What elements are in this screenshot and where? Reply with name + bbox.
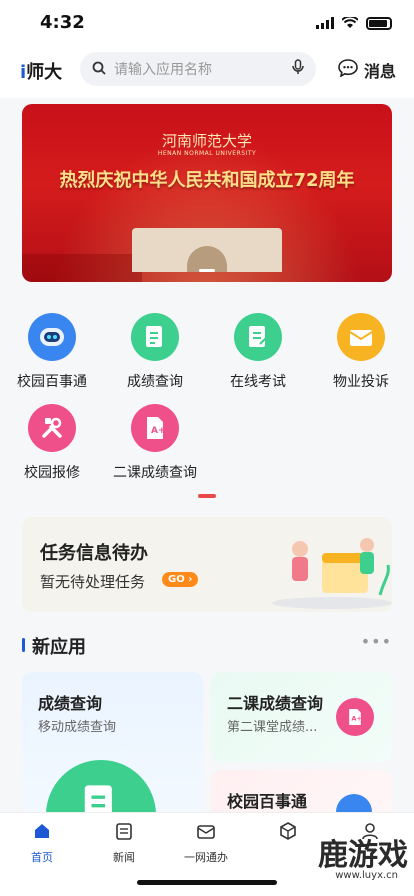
banner-flag-decoration <box>22 254 142 282</box>
report-icon <box>131 313 179 361</box>
go-label: GO <box>168 574 185 585</box>
app-label: 成绩查询 <box>127 374 183 390</box>
banner-headline: 热烈庆祝中华人民共和国成立72周年 <box>59 170 355 191</box>
app-campus-info[interactable]: 校园百事通 <box>2 313 102 391</box>
svg-text:A+: A+ <box>351 715 362 723</box>
tab-news[interactable]: 新闻 <box>84 821 164 865</box>
watermark-text: 鹿游戏 <box>318 838 408 873</box>
card-title: 二课成绩查询 <box>227 694 324 713</box>
grade-icon: A+ <box>336 698 374 736</box>
search-icon <box>92 60 106 79</box>
microphone-icon[interactable] <box>292 59 304 79</box>
robot-icon <box>28 313 76 361</box>
wifi-icon <box>341 14 359 33</box>
status-time: 4:32 <box>40 12 85 33</box>
cube-icon <box>280 822 296 840</box>
logo-text: 师大 <box>26 62 63 83</box>
banner-carousel[interactable]: 河南师范大学 HENAN NORMAL UNIVERSITY 热烈庆祝中华人民共… <box>22 104 392 282</box>
mail-icon <box>197 825 215 839</box>
app-logo: i师大 <box>20 58 62 84</box>
card-subtitle: 第二课堂成绩... <box>227 720 318 735</box>
tab-label: 新闻 <box>113 851 135 864</box>
battery-icon <box>366 17 392 30</box>
app-grid-page-indicator <box>198 494 216 498</box>
chat-bubble-icon <box>338 59 358 81</box>
task-subtitle: 暂无待处理任务 <box>40 573 146 591</box>
app-label: 校园报修 <box>24 465 80 481</box>
app-second-class-grade[interactable]: A+ 二课成绩查询 <box>105 404 205 482</box>
app-campus-repair[interactable]: 校园报修 <box>2 404 102 482</box>
grade-icon: A+ <box>131 404 179 452</box>
app-property-complaint[interactable]: 物业投诉 <box>311 313 411 391</box>
task-illustration <box>272 538 392 609</box>
app-online-exam[interactable]: 在线考试 <box>208 313 308 391</box>
app-label: 二课成绩查询 <box>113 465 197 481</box>
exam-icon <box>234 313 282 361</box>
tab-apps[interactable] <box>248 821 328 849</box>
app-label: 校园百事通 <box>17 374 87 390</box>
tab-label: 一网通办 <box>184 851 228 864</box>
task-card[interactable]: 任务信息待办 暂无待处理任务 GO › <box>22 517 392 612</box>
home-icon <box>35 824 49 838</box>
message-button[interactable]: 消息 <box>338 58 396 82</box>
banner-university-name: 河南师范大学 <box>161 132 252 150</box>
top-header: i师大 请输入应用名称 消息 <box>0 46 414 98</box>
envelope-icon <box>337 313 385 361</box>
svg-text:A+: A+ <box>151 426 166 436</box>
banner-university-en: HENAN NORMAL UNIVERSITY <box>157 150 257 157</box>
watermark-url: www.luyx.cn <box>335 870 398 881</box>
tab-label: 首页 <box>31 851 53 864</box>
new-app-card-grade-query[interactable]: 成绩查询 移动成绩查询 <box>22 672 203 817</box>
app-label: 在线考试 <box>230 374 286 390</box>
tab-one-stop-service[interactable]: 一网通办 <box>166 821 246 865</box>
task-title: 任务信息待办 <box>40 543 148 564</box>
university-gate-image <box>132 228 282 272</box>
news-icon <box>116 823 132 840</box>
go-button[interactable]: GO › <box>162 572 199 587</box>
report-icon <box>46 760 156 817</box>
message-label: 消息 <box>363 62 396 81</box>
banner-page-indicator <box>199 269 215 272</box>
app-grade-query[interactable]: 成绩查询 <box>105 313 205 391</box>
tab-home[interactable]: 首页 <box>2 821 82 865</box>
app-label: 物业投诉 <box>333 374 389 390</box>
new-app-card-second-class-grade[interactable]: 二课成绩查询 第二课堂成绩... A+ <box>211 672 392 762</box>
home-indicator <box>137 880 277 885</box>
more-options-icon[interactable]: ••• <box>361 632 392 651</box>
status-bar: 4:32 <box>0 0 414 46</box>
card-subtitle: 移动成绩查询 <box>38 720 117 735</box>
card-title: 成绩查询 <box>38 694 103 713</box>
card-title: 校园百事通 <box>227 792 308 811</box>
new-apps-title: 新应用 <box>32 637 86 658</box>
signal-icon <box>316 14 334 33</box>
search-bar[interactable]: 请输入应用名称 <box>80 52 316 86</box>
section-accent-bar <box>22 638 25 652</box>
status-icons <box>316 14 392 33</box>
tools-icon <box>28 404 76 452</box>
search-input[interactable]: 请输入应用名称 <box>114 59 292 79</box>
